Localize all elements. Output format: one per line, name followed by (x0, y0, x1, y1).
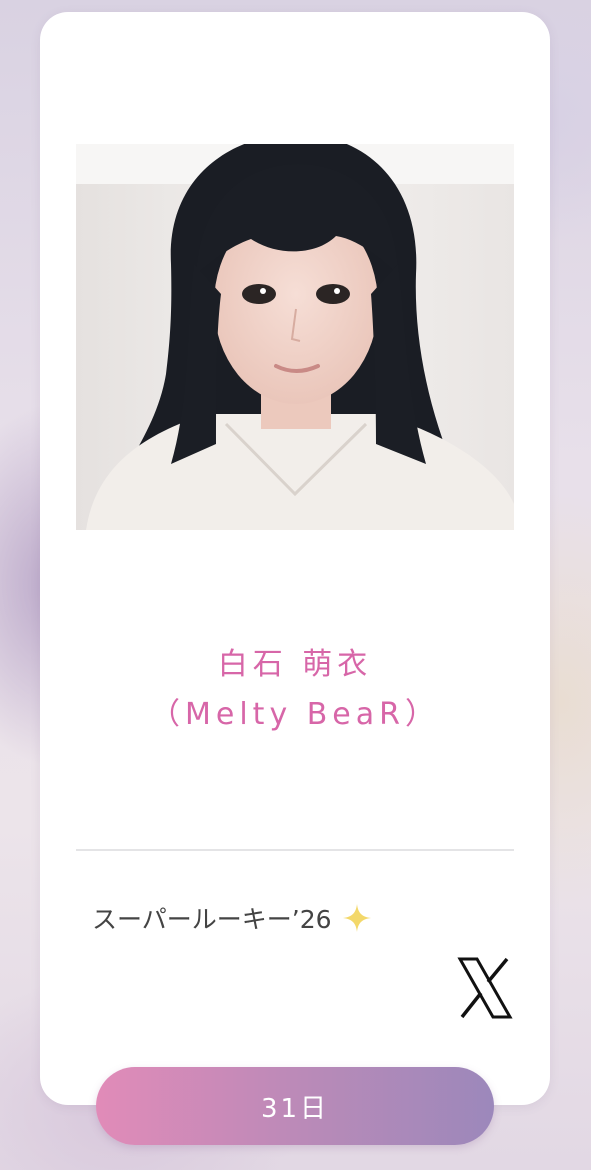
member-name: 白石 萌衣 (217, 647, 373, 682)
rookie-tag: スーパールーキー’26 (92, 905, 332, 934)
profile-card: 白石 萌衣 （Melty BeaR） スーパールーキー’26 (40, 12, 550, 1105)
divider (76, 849, 514, 851)
x-logo-icon[interactable] (457, 957, 513, 1019)
tag-line: スーパールーキー’26 (92, 900, 372, 936)
group-name: （Melty BeaR） (150, 697, 440, 732)
name-block: 白石 萌衣 （Melty BeaR） (40, 640, 550, 740)
day-label: 31日 (260, 1093, 330, 1124)
portrait-illustration (76, 144, 514, 530)
sparkle-icon (342, 904, 371, 932)
profile-photo (76, 144, 514, 530)
day-button[interactable]: 31日 (96, 1067, 494, 1145)
